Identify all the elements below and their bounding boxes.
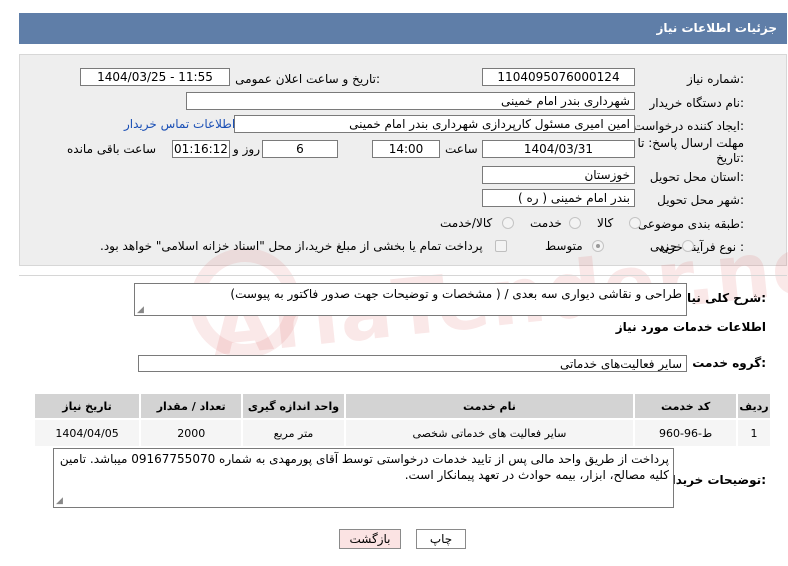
table-row[interactable]: 1 ط-96-960 سایر فعالیت های خدماتی شخصی م… xyxy=(32,418,772,448)
cell-service-code: ط-96-960 xyxy=(633,418,739,448)
service-group-field[interactable]: سایر فعالیت‌های خدماتی xyxy=(138,355,687,372)
category-radio-service[interactable] xyxy=(569,217,581,229)
city-label: شهر محل تحویل: xyxy=(657,193,744,207)
days-field[interactable]: 6 xyxy=(262,140,338,158)
cell-unit: متر مربع xyxy=(241,418,346,448)
contact-info-link[interactable]: اطلاعات تماس خریدار xyxy=(124,117,235,131)
need-number-label: شماره نیاز: xyxy=(686,72,744,86)
summary-label: شرح کلی نیاز: xyxy=(680,291,766,305)
province-field[interactable]: خوزستان xyxy=(482,166,635,184)
deadline-time-label: ساعت xyxy=(445,142,478,156)
category-label: طبقه بندی موضوعی: xyxy=(637,217,744,231)
process-radio-minor[interactable] xyxy=(682,240,694,252)
table-header-row: ردیف کد خدمت نام خدمت واحد اندازه گیری ت… xyxy=(32,392,772,420)
services-section-title: اطلاعات خدمات مورد نیاز xyxy=(615,320,766,334)
cell-quantity: 2000 xyxy=(139,418,244,448)
page-title: جزئیات اطلاعات نیاز xyxy=(656,21,777,35)
process-option-minor: جزیی xyxy=(650,239,678,253)
remaining-time-field[interactable]: 01:16:12 xyxy=(172,140,230,158)
page-header: جزئیات اطلاعات نیاز xyxy=(19,13,787,44)
back-button[interactable]: بازگشت xyxy=(339,529,401,549)
col-header-quantity: تعداد / مقدار xyxy=(139,392,244,420)
service-group-label: گروه خدمت: xyxy=(692,356,766,370)
process-radio-medium[interactable] xyxy=(592,240,604,252)
category-option-goods: کالا xyxy=(597,216,614,230)
buyer-notes-text: پرداخت از طریق واحد مالی پس از تایید خدم… xyxy=(59,452,669,482)
cell-need-date: 1404/04/05 xyxy=(32,418,142,448)
col-header-service-name: نام خدمت xyxy=(343,392,636,420)
cell-service-name: سایر فعالیت های خدماتی شخصی xyxy=(343,418,636,448)
deadline-time-field[interactable]: 14:00 xyxy=(372,140,440,158)
announce-label: تاریخ و ساعت اعلان عمومی: xyxy=(235,72,380,86)
category-radio-goods-service[interactable] xyxy=(502,217,514,229)
deadline-label-date: تاریخ: xyxy=(716,151,744,165)
buyer-notes-textarea[interactable]: پرداخت از طریق واحد مالی پس از تایید خدم… xyxy=(53,448,674,508)
col-header-unit: واحد اندازه گیری xyxy=(241,392,346,420)
summary-textarea[interactable]: طراحی و نقاشی دیواری سه بعدی / ( مشخصات … xyxy=(134,283,687,316)
creator-label: ایجاد کننده درخواست: xyxy=(633,119,744,133)
deadline-label: مهلت ارسال پاسخ: تا xyxy=(637,136,744,150)
category-radio-goods[interactable] xyxy=(629,217,641,229)
buyer-org-field[interactable]: شهرداری بندر امام خمینی xyxy=(186,92,635,110)
summary-text: طراحی و نقاشی دیواری سه بعدی / ( مشخصات … xyxy=(230,287,682,301)
resize-grip-icon[interactable]: ◢ xyxy=(137,306,145,315)
deadline-date-field[interactable]: 1404/03/31 xyxy=(482,140,635,158)
col-header-need-date: تاریخ نیاز xyxy=(32,392,142,420)
creator-field[interactable]: امین امیری مسئول کارپردازی شهرداری بندر … xyxy=(234,115,635,133)
city-field[interactable]: بندر امام خمینی ( ره ) xyxy=(482,189,635,207)
category-option-goods-service: کالا/خدمت xyxy=(440,216,493,230)
print-button[interactable]: چاپ xyxy=(416,529,466,549)
separator xyxy=(19,275,787,276)
buyer-org-label: نام دستگاه خریدار: xyxy=(649,96,745,110)
col-header-row-no: ردیف xyxy=(736,392,772,420)
days-label: روز و xyxy=(233,142,260,156)
services-table: ردیف کد خدمت نام خدمت واحد اندازه گیری ت… xyxy=(32,392,772,448)
buyer-notes-label: توضیحات خریدار: xyxy=(664,473,766,487)
province-label: استان محل تحویل: xyxy=(649,170,744,184)
treasury-checkbox[interactable] xyxy=(495,240,507,252)
col-header-service-code: کد خدمت xyxy=(633,392,739,420)
need-number-field[interactable]: 1104095076000124 xyxy=(482,68,635,86)
category-option-service: خدمت xyxy=(530,216,562,230)
payment-note: پرداخت تمام یا بخشی از مبلغ خرید،از محل … xyxy=(100,239,483,253)
remaining-label: ساعت باقی مانده xyxy=(67,142,157,156)
cell-row-no: 1 xyxy=(736,418,772,448)
announce-field[interactable]: 1404/03/25 - 11:55 xyxy=(80,68,230,86)
resize-grip-icon[interactable]: ◢ xyxy=(56,497,64,506)
process-option-medium: متوسط xyxy=(545,239,583,253)
